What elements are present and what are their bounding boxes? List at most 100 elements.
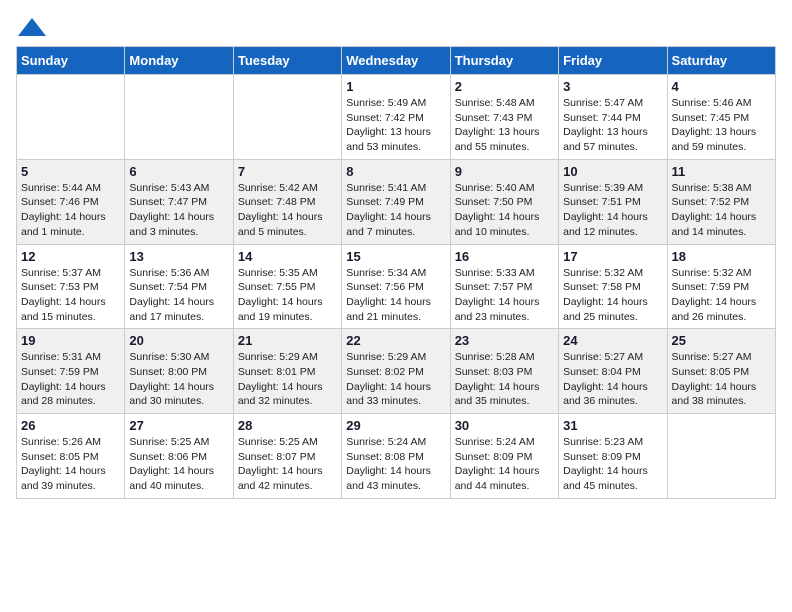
day-number: 18: [672, 249, 771, 264]
calendar-cell: [667, 414, 775, 499]
day-number: 26: [21, 418, 120, 433]
calendar-cell: 10 Sunrise: 5:39 AMSunset: 7:51 PMDayligh…: [559, 159, 667, 244]
calendar-cell: 3 Sunrise: 5:47 AMSunset: 7:44 PMDaylight…: [559, 75, 667, 160]
day-number: 13: [129, 249, 228, 264]
calendar-cell: [233, 75, 341, 160]
day-number: 3: [563, 79, 662, 94]
day-info: Sunrise: 5:47 AMSunset: 7:44 PMDaylight:…: [563, 96, 662, 155]
day-info: Sunrise: 5:31 AMSunset: 7:59 PMDaylight:…: [21, 350, 120, 409]
calendar-cell: 13 Sunrise: 5:36 AMSunset: 7:54 PMDayligh…: [125, 244, 233, 329]
day-info: Sunrise: 5:33 AMSunset: 7:57 PMDaylight:…: [455, 266, 554, 325]
day-number: 2: [455, 79, 554, 94]
calendar-cell: 8Sunrise: 5:41 AMSunset: 7:49 PMDaylight…: [342, 159, 450, 244]
day-number: 17: [563, 249, 662, 264]
day-number: 14: [238, 249, 337, 264]
day-number: 24: [563, 333, 662, 348]
day-info: Sunrise: 5:35 AMSunset: 7:55 PMDaylight:…: [238, 266, 337, 325]
calendar-cell: 11Sunrise: 5:38 AMSunset: 7:52 PMDayligh…: [667, 159, 775, 244]
day-number: 21: [238, 333, 337, 348]
day-info: Sunrise: 5:28 AMSunset: 8:03 PMDaylight:…: [455, 350, 554, 409]
day-info: Sunrise: 5:39 AMSunset: 7:51 PMDaylight:…: [563, 181, 662, 240]
day-info: Sunrise: 5:23 AMSunset: 8:09 PMDaylight:…: [563, 435, 662, 494]
day-info: Sunrise: 5:36 AMSunset: 7:54 PMDaylight:…: [129, 266, 228, 325]
calendar-cell: 15 Sunrise: 5:34 AMSunset: 7:56 PMDayligh…: [342, 244, 450, 329]
calendar-cell: 12 Sunrise: 5:37 AMSunset: 7:53 PMDayligh…: [17, 244, 125, 329]
header-thursday: Thursday: [450, 47, 558, 75]
week-row: 5 Sunrise: 5:44 AMSunset: 7:46 PMDaylight…: [17, 159, 776, 244]
week-row: 1 Sunrise: 5:49 AMSunset: 7:42 PMDaylight…: [17, 75, 776, 160]
day-number: 7: [238, 164, 337, 179]
day-info: Sunrise: 5:32 AMSunset: 7:59 PMDaylight:…: [672, 266, 771, 325]
calendar-cell: 14 Sunrise: 5:35 AMSunset: 7:55 PMDayligh…: [233, 244, 341, 329]
day-number: 31: [563, 418, 662, 433]
calendar-cell: 20 Sunrise: 5:30 AMSunset: 8:00 PMDayligh…: [125, 329, 233, 414]
calendar-cell: 17 Sunrise: 5:32 AMSunset: 7:58 PMDayligh…: [559, 244, 667, 329]
day-number: 15: [346, 249, 445, 264]
calendar-cell: 6 Sunrise: 5:43 AMSunset: 7:47 PMDaylight…: [125, 159, 233, 244]
logo: [16, 16, 52, 40]
day-info: Sunrise: 5:46 AMSunset: 7:45 PMDaylight:…: [672, 96, 771, 155]
calendar-cell: [17, 75, 125, 160]
day-info: Sunrise: 5:29 AMSunset: 8:01 PMDaylight:…: [238, 350, 337, 409]
day-info: Sunrise: 5:27 AMSunset: 8:04 PMDaylight:…: [563, 350, 662, 409]
day-info: Sunrise: 5:32 AMSunset: 7:58 PMDaylight:…: [563, 266, 662, 325]
day-info: Sunrise: 5:43 AMSunset: 7:47 PMDaylight:…: [129, 181, 228, 240]
day-number: 8: [346, 164, 445, 179]
calendar-cell: 16 Sunrise: 5:33 AMSunset: 7:57 PMDayligh…: [450, 244, 558, 329]
calendar-cell: 1 Sunrise: 5:49 AMSunset: 7:42 PMDaylight…: [342, 75, 450, 160]
day-number: 22: [346, 333, 445, 348]
day-number: 5: [21, 164, 120, 179]
calendar-cell: 18 Sunrise: 5:32 AMSunset: 7:59 PMDayligh…: [667, 244, 775, 329]
day-number: 9: [455, 164, 554, 179]
header-sunday: Sunday: [17, 47, 125, 75]
day-number: 30: [455, 418, 554, 433]
calendar-cell: 29 Sunrise: 5:24 AMSunset: 8:08 PMDayligh…: [342, 414, 450, 499]
calendar-cell: [125, 75, 233, 160]
calendar-cell: 2Sunrise: 5:48 AMSunset: 7:43 PMDaylight…: [450, 75, 558, 160]
day-info: Sunrise: 5:34 AMSunset: 7:56 PMDaylight:…: [346, 266, 445, 325]
day-number: 12: [21, 249, 120, 264]
calendar-cell: 21 Sunrise: 5:29 AMSunset: 8:01 PMDayligh…: [233, 329, 341, 414]
day-number: 28: [238, 418, 337, 433]
header-tuesday: Tuesday: [233, 47, 341, 75]
calendar-cell: 27 Sunrise: 5:25 AMSunset: 8:06 PMDayligh…: [125, 414, 233, 499]
calendar-cell: 7 Sunrise: 5:42 AMSunset: 7:48 PMDaylight…: [233, 159, 341, 244]
calendar-cell: 5 Sunrise: 5:44 AMSunset: 7:46 PMDaylight…: [17, 159, 125, 244]
day-number: 20: [129, 333, 228, 348]
day-info: Sunrise: 5:38 AMSunset: 7:52 PMDaylight:…: [672, 181, 771, 240]
day-number: 29: [346, 418, 445, 433]
day-info: Sunrise: 5:49 AMSunset: 7:42 PMDaylight:…: [346, 96, 445, 155]
day-info: Sunrise: 5:25 AMSunset: 8:07 PMDaylight:…: [238, 435, 337, 494]
day-number: 19: [21, 333, 120, 348]
calendar-cell: 31 Sunrise: 5:23 AMSunset: 8:09 PMDayligh…: [559, 414, 667, 499]
week-row: 19 Sunrise: 5:31 AMSunset: 7:59 PMDayligh…: [17, 329, 776, 414]
header-row: SundayMondayTuesdayWednesdayThursdayFrid…: [17, 47, 776, 75]
calendar-cell: 26 Sunrise: 5:26 AMSunset: 8:05 PMDayligh…: [17, 414, 125, 499]
calendar-cell: 4 Sunrise: 5:46 AMSunset: 7:45 PMDaylight…: [667, 75, 775, 160]
day-number: 10: [563, 164, 662, 179]
day-info: Sunrise: 5:25 AMSunset: 8:06 PMDaylight:…: [129, 435, 228, 494]
header-wednesday: Wednesday: [342, 47, 450, 75]
day-info: Sunrise: 5:29 AMSunset: 8:02 PMDaylight:…: [346, 350, 445, 409]
day-number: 1: [346, 79, 445, 94]
calendar-cell: 23 Sunrise: 5:28 AMSunset: 8:03 PMDayligh…: [450, 329, 558, 414]
day-number: 27: [129, 418, 228, 433]
day-number: 4: [672, 79, 771, 94]
day-info: Sunrise: 5:24 AMSunset: 8:09 PMDaylight:…: [455, 435, 554, 494]
day-number: 23: [455, 333, 554, 348]
calendar-cell: 28 Sunrise: 5:25 AMSunset: 8:07 PMDayligh…: [233, 414, 341, 499]
header-monday: Monday: [125, 47, 233, 75]
day-info: Sunrise: 5:27 AMSunset: 8:05 PMDaylight:…: [672, 350, 771, 409]
week-row: 26 Sunrise: 5:26 AMSunset: 8:05 PMDayligh…: [17, 414, 776, 499]
day-info: Sunrise: 5:26 AMSunset: 8:05 PMDaylight:…: [21, 435, 120, 494]
calendar-cell: 24 Sunrise: 5:27 AMSunset: 8:04 PMDayligh…: [559, 329, 667, 414]
calendar-cell: 9Sunrise: 5:40 AMSunset: 7:50 PMDaylight…: [450, 159, 558, 244]
header-friday: Friday: [559, 47, 667, 75]
day-info: Sunrise: 5:37 AMSunset: 7:53 PMDaylight:…: [21, 266, 120, 325]
day-number: 16: [455, 249, 554, 264]
day-info: Sunrise: 5:44 AMSunset: 7:46 PMDaylight:…: [21, 181, 120, 240]
day-info: Sunrise: 5:24 AMSunset: 8:08 PMDaylight:…: [346, 435, 445, 494]
day-info: Sunrise: 5:42 AMSunset: 7:48 PMDaylight:…: [238, 181, 337, 240]
day-info: Sunrise: 5:30 AMSunset: 8:00 PMDaylight:…: [129, 350, 228, 409]
day-number: 6: [129, 164, 228, 179]
